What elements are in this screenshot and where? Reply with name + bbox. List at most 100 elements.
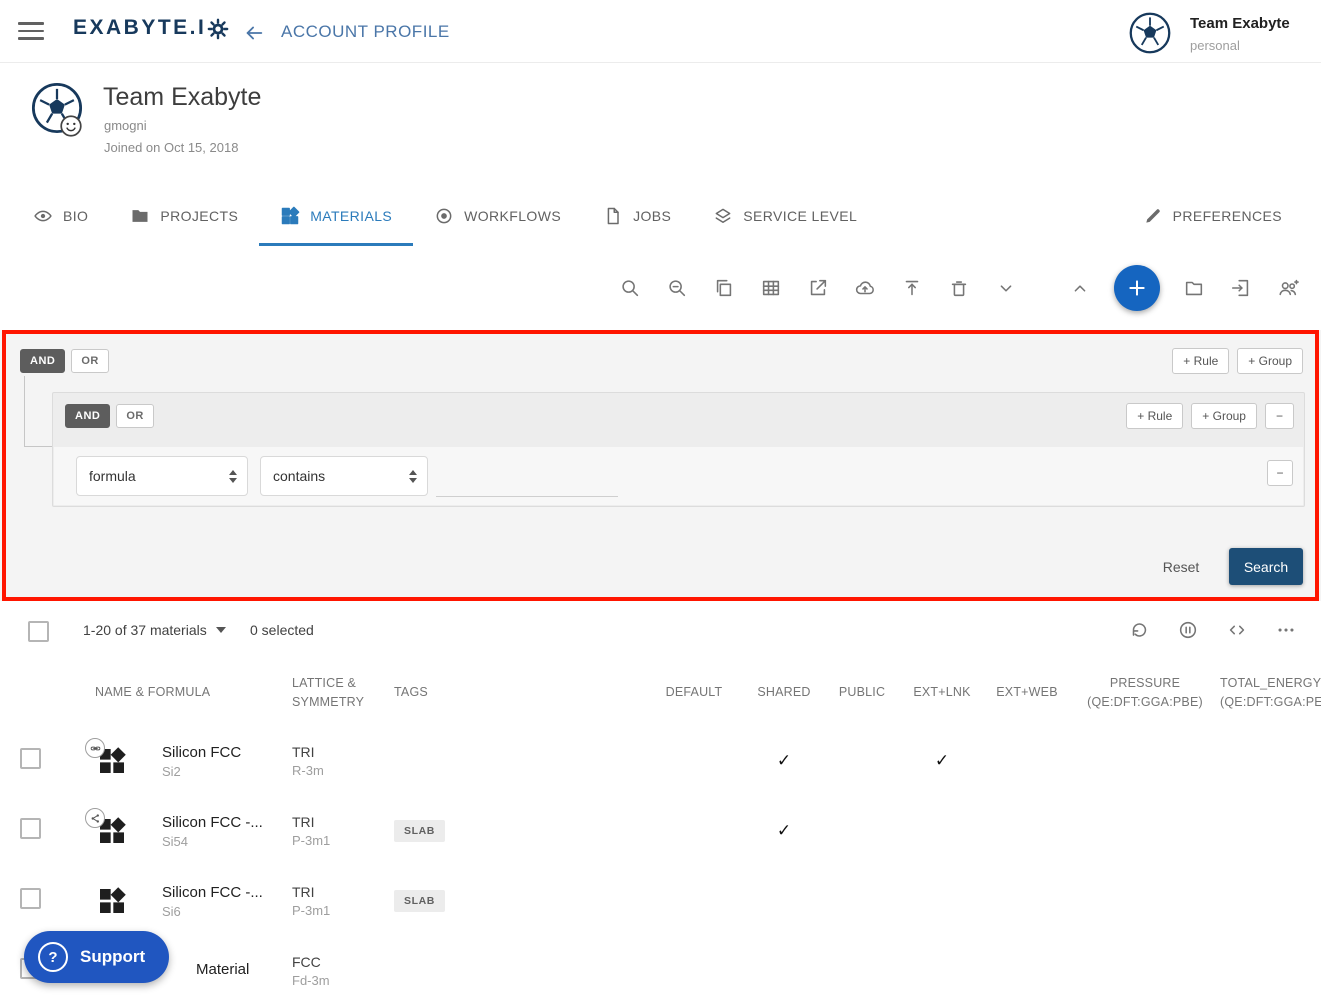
row-checkbox[interactable]	[20, 888, 41, 909]
reset-button[interactable]: Reset	[1145, 548, 1217, 585]
header-name-formula[interactable]: NAME & FORMULA	[62, 683, 292, 702]
group-or-button[interactable]: OR	[116, 404, 154, 428]
header-ext-lnk[interactable]: EXT+LNK	[900, 683, 984, 702]
header-total-energy[interactable]: TOTAL_ENERGY (QE:DFT:GGA:PE	[1220, 674, 1321, 713]
materials-toolbar	[0, 246, 1321, 330]
search-icon[interactable]	[617, 275, 643, 301]
support-button[interactable]: ? Support	[24, 931, 169, 983]
query-builder-group: AND OR + Rule + Group − formula contains…	[52, 392, 1305, 507]
outer-or-button[interactable]: OR	[71, 349, 109, 373]
outer-add-rule-button[interactable]: + Rule	[1172, 348, 1229, 374]
query-builder-panel: AND OR + Rule + Group AND OR + Rule + Gr…	[0, 330, 1321, 601]
copy-icon[interactable]	[711, 275, 737, 301]
plus-icon	[1127, 278, 1147, 298]
chevron-up-icon[interactable]	[1067, 275, 1093, 301]
group-add-group-button[interactable]: + Group	[1191, 403, 1257, 429]
material-lattice: TRI	[292, 814, 394, 830]
menu-icon[interactable]	[18, 19, 44, 43]
tab-service-level[interactable]: SERVICE LEVEL	[692, 185, 878, 246]
upload-icon[interactable]	[899, 275, 925, 301]
material-lattice: TRI	[292, 884, 394, 900]
pause-circle-icon[interactable]	[1175, 617, 1201, 643]
more-horizontal-icon[interactable]	[1273, 617, 1299, 643]
cloud-upload-icon[interactable]	[852, 275, 878, 301]
material-formula: Si2	[162, 764, 292, 779]
rule-value-input[interactable]	[436, 456, 618, 497]
logo-text: EXABYTE.I	[73, 16, 206, 40]
back-arrow-icon[interactable]	[241, 20, 267, 46]
import-icon[interactable]	[1228, 275, 1254, 301]
material-name[interactable]: Silicon FCC	[162, 744, 292, 761]
pencil-icon	[1143, 206, 1163, 226]
question-mark-icon: ?	[38, 942, 68, 972]
row-checkbox[interactable]	[20, 748, 41, 769]
shared-check: ✓	[744, 821, 824, 841]
zoom-out-search-icon[interactable]	[664, 275, 690, 301]
preferences-button[interactable]: PREFERENCES	[1122, 185, 1303, 246]
select-arrows-icon	[229, 470, 237, 483]
top-bar: EXABYTE.I ACCOUNT PROFILE	[0, 0, 1321, 63]
rule-operator-select[interactable]: contains	[260, 456, 428, 496]
tab-bio[interactable]: BIO	[12, 185, 109, 246]
material-icon	[96, 885, 128, 917]
select-all-checkbox[interactable]	[28, 621, 49, 642]
group-add-rule-button[interactable]: + Rule	[1126, 403, 1183, 429]
group-add-icon[interactable]	[1275, 275, 1301, 301]
link-badge-icon	[85, 738, 105, 758]
folder-icon	[130, 206, 150, 226]
table-row[interactable]: Silicon FCC Si2 TRI R-3m ✓ ✓	[0, 726, 1321, 797]
material-name[interactable]: Silicon FCC -...	[162, 814, 292, 831]
trash-icon[interactable]	[946, 275, 972, 301]
pagination-dropdown[interactable]: 1-20 of 37 materials	[83, 622, 226, 638]
material-lattice: FCC	[292, 954, 394, 970]
code-icon[interactable]	[1224, 617, 1250, 643]
exabyte-logo[interactable]: EXABYTE.I	[73, 16, 229, 40]
open-in-new-icon[interactable]	[805, 275, 831, 301]
tab-jobs[interactable]: JOBS	[582, 185, 692, 246]
rule-field-select[interactable]: formula	[76, 456, 248, 496]
tab-label: PREFERENCES	[1173, 208, 1282, 224]
add-material-button[interactable]	[1114, 265, 1160, 311]
header-shared[interactable]: SHARED	[744, 683, 824, 702]
table-row[interactable]: Silicon FCC -... Si54 TRI P-3m1 SLAB ✓	[0, 796, 1321, 867]
chevron-down-icon[interactable]	[993, 275, 1019, 301]
tab-workflows[interactable]: WORKFLOWS	[413, 185, 582, 246]
query-rule-row: formula contains −	[54, 447, 1303, 505]
team-avatar[interactable]	[1128, 11, 1172, 55]
ext-lnk-check: ✓	[900, 751, 984, 771]
header-lattice-symmetry[interactable]: LATTICE & SYMMETRY	[292, 674, 394, 713]
header-pressure[interactable]: PRESSURE (QE:DFT:GGA:PBE)	[1070, 674, 1220, 713]
profile-username: gmogni	[104, 118, 147, 133]
tag-chip[interactable]: SLAB	[394, 820, 445, 842]
layers-icon	[713, 206, 733, 226]
refresh-icon[interactable]	[1126, 617, 1152, 643]
tab-projects[interactable]: PROJECTS	[109, 185, 259, 246]
table-row[interactable]: Silicon FCC -... Si6 TRI P-3m1 SLAB	[0, 866, 1321, 937]
support-label: Support	[80, 947, 145, 967]
header-tags[interactable]: TAGS	[394, 683, 644, 702]
outer-and-button[interactable]: AND	[20, 349, 65, 373]
table-grid-icon[interactable]	[758, 275, 784, 301]
tab-label: MATERIALS	[310, 208, 392, 224]
material-name[interactable]: Material	[196, 961, 292, 978]
header-default[interactable]: DEFAULT	[644, 683, 744, 702]
header-public[interactable]: PUBLIC	[824, 683, 900, 702]
material-symmetry: Fd-3m	[292, 973, 394, 988]
tab-label: PROJECTS	[160, 208, 238, 224]
row-checkbox[interactable]	[20, 818, 41, 839]
document-icon	[603, 206, 623, 226]
material-name[interactable]: Silicon FCC -...	[162, 884, 292, 901]
group-remove-button[interactable]: −	[1265, 403, 1294, 429]
header-ext-web[interactable]: EXT+WEB	[984, 683, 1070, 702]
tag-chip[interactable]: SLAB	[394, 890, 445, 912]
profile-tabs: BIO PROJECTS MATERIALS WORKFLOWS JOBS	[0, 185, 1321, 247]
group-and-button[interactable]: AND	[65, 404, 110, 428]
outer-add-group-button[interactable]: + Group	[1237, 348, 1303, 374]
table-row[interactable]: Material FCC Fd-3m	[0, 936, 1321, 1004]
logo-gear-icon	[207, 18, 229, 40]
folder-outline-icon[interactable]	[1181, 275, 1207, 301]
tab-materials[interactable]: MATERIALS	[259, 185, 413, 246]
topbar-user-name: Team Exabyte	[1190, 15, 1290, 32]
rule-remove-button[interactable]: −	[1267, 460, 1293, 486]
search-button[interactable]: Search	[1229, 548, 1303, 585]
